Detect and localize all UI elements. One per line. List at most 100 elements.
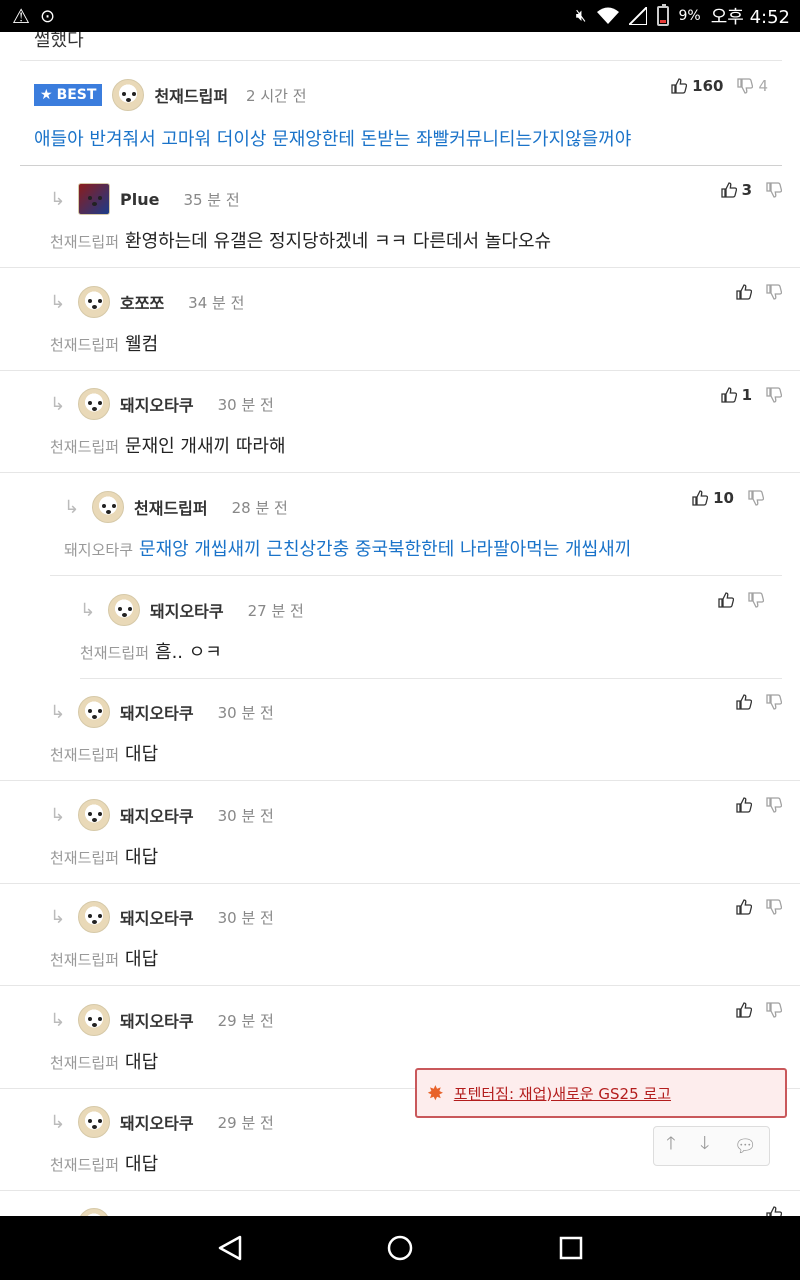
battery-percent: 9%: [678, 8, 701, 24]
home-button[interactable]: [386, 1234, 414, 1262]
avatar[interactable]: [78, 696, 110, 728]
reply-arrow-icon: ↳: [50, 291, 66, 313]
upvote-button[interactable]: [718, 592, 734, 608]
downvote-button[interactable]: [766, 284, 782, 300]
avatar[interactable]: [78, 388, 110, 420]
wifi-icon: [596, 7, 619, 24]
navigation-bar: [0, 1216, 800, 1280]
reply-mention[interactable]: 천재드립퍼: [50, 951, 119, 969]
comment-item: ↳ 돼지오타쿠 30 분 전 천재드립퍼 대답: [0, 883, 800, 986]
reply-mention[interactable]: 천재드립퍼: [50, 1054, 119, 1072]
reply-mention[interactable]: 천재드립퍼: [50, 336, 119, 354]
comment-author[interactable]: Plue: [120, 190, 159, 209]
comment-item: ↳ 돼지오타쿠 30 분 전 천재드립퍼 대답: [0, 678, 800, 781]
downvote-button[interactable]: [748, 592, 764, 608]
upvote-button[interactable]: [736, 899, 752, 915]
upvote-button[interactable]: [766, 1206, 782, 1216]
recents-button[interactable]: [557, 1234, 585, 1262]
reply-mention[interactable]: 천재드립퍼: [50, 438, 119, 456]
comment-text: 흠.. ㅇㅋ: [155, 642, 222, 663]
thumbs-down-icon: [766, 284, 782, 300]
upvote-button[interactable]: [736, 797, 752, 813]
explosion-icon: ✸: [427, 1081, 444, 1105]
reply-arrow-icon: ↳: [50, 804, 66, 826]
comment-author[interactable]: 돼지오타쿠: [120, 803, 194, 827]
downvote-button[interactable]: [766, 182, 782, 198]
downvote-button[interactable]: [766, 899, 782, 915]
reply-mention[interactable]: 천재드립퍼: [50, 1156, 119, 1174]
comment-item: ↳ 돼지오타쿠 30 분 전 천재드립퍼 대답: [0, 781, 800, 884]
upvote-button[interactable]: [736, 1002, 752, 1018]
downvote-button[interactable]: [748, 490, 764, 506]
avatar[interactable]: [108, 594, 140, 626]
avatar[interactable]: [78, 799, 110, 831]
thumbs-down-icon: [766, 1002, 782, 1018]
thumbs-down-icon: [766, 797, 782, 813]
comment-item: ↳ 돼지오타쿠 27 분 전 천재드립퍼 흠.. ㅇㅋ: [80, 576, 782, 679]
back-button[interactable]: [216, 1234, 244, 1262]
scroll-controls: 🡑 🡓 💬︎: [653, 1126, 770, 1166]
avatar[interactable]: [78, 1106, 110, 1138]
avatar[interactable]: [78, 286, 110, 318]
downvote-count: 4: [758, 77, 768, 95]
comment-author[interactable]: 돼지오타쿠: [120, 392, 194, 416]
notice-link[interactable]: 포텐터짐: 재업)새로운 GS25 로고: [454, 1083, 671, 1104]
upvote-button[interactable]: [736, 694, 752, 710]
upvote-button[interactable]: 160: [671, 77, 723, 95]
reply-arrow-icon: ↳: [50, 701, 66, 723]
downvote-button[interactable]: 4: [737, 77, 768, 95]
signal-icon: [628, 7, 647, 25]
comment-author[interactable]: 천재드립퍼: [134, 495, 208, 519]
clock: 오후 4:52: [710, 7, 790, 28]
comment-item: ↳ 호쪼쪼 34 분 전 천재드립퍼 웰컴: [0, 268, 800, 371]
comment-text: 문재인 개새끼 따라해: [125, 436, 286, 457]
downvote-button[interactable]: [766, 797, 782, 813]
comment-time: 30 분 전: [217, 806, 274, 825]
comment-author[interactable]: 돼지오타쿠: [120, 1110, 194, 1134]
reply-mention[interactable]: 천재드립퍼: [50, 233, 119, 251]
comment-author[interactable]: 돼지오타쿠: [150, 598, 224, 622]
upvote-count: 1: [741, 386, 752, 404]
avatar[interactable]: [112, 79, 145, 111]
reply-mention[interactable]: 돼지오타쿠: [64, 541, 133, 559]
comment-time: 27 분 전: [247, 601, 304, 620]
avatar[interactable]: [78, 1208, 110, 1216]
comment-item: ↳ 천재드립퍼 28 분 전 10 돼지오타쿠 문재앙 개씹새끼 근친상간충 중국…: [50, 473, 782, 576]
reply-arrow-icon: ↳: [50, 1009, 66, 1031]
thumbs-up-icon: [736, 899, 752, 915]
arrow-down-icon[interactable]: 🡓: [700, 1131, 709, 1161]
comment-author[interactable]: 천재드립퍼: [154, 83, 228, 107]
avatar[interactable]: [78, 901, 110, 933]
avatar[interactable]: [78, 183, 110, 215]
comment-icon[interactable]: 💬︎: [734, 1136, 757, 1157]
downvote-button[interactable]: [766, 694, 782, 710]
arrow-up-icon[interactable]: 🡑: [666, 1131, 675, 1161]
reply-mention[interactable]: 천재드립퍼: [50, 849, 119, 867]
avatar[interactable]: [92, 491, 124, 523]
upvote-button[interactable]: [736, 284, 752, 300]
comment-text: 대답: [125, 744, 159, 765]
reply-mention[interactable]: 천재드립퍼: [50, 746, 119, 764]
comment-time: 28 분 전: [231, 498, 288, 517]
clipped-text: 썰했다: [34, 32, 84, 51]
reply-mention[interactable]: 천재드립퍼: [80, 644, 149, 662]
comment-author[interactable]: 돼지오타쿠: [120, 905, 194, 929]
comment-author[interactable]: 돼지오타쿠: [120, 1008, 194, 1032]
downvote-button[interactable]: [766, 387, 782, 403]
thumbs-down-icon: [766, 899, 782, 915]
avatar[interactable]: [78, 1004, 110, 1036]
downvote-button[interactable]: [766, 1002, 782, 1018]
comment-author[interactable]: 호쪼쪼: [120, 290, 164, 314]
mute-icon: 🔇︎: [575, 6, 587, 26]
comment-time: 2 시간 전: [246, 86, 307, 105]
notification-banner[interactable]: ✸ 포텐터짐: 재업)새로운 GS25 로고: [415, 1068, 787, 1118]
thumbs-up-icon: [736, 1002, 752, 1018]
comment-author[interactable]: 돼지오타쿠: [120, 700, 194, 724]
best-badge: ★ BEST: [34, 84, 103, 106]
thumbs-up-icon: [720, 387, 737, 403]
comment-time: 29 분 전: [217, 1113, 274, 1132]
comment-time: 29 분 전: [217, 1011, 274, 1030]
upvote-button[interactable]: 10: [692, 489, 734, 507]
upvote-button[interactable]: 3: [720, 181, 752, 199]
upvote-button[interactable]: 1: [720, 386, 752, 404]
